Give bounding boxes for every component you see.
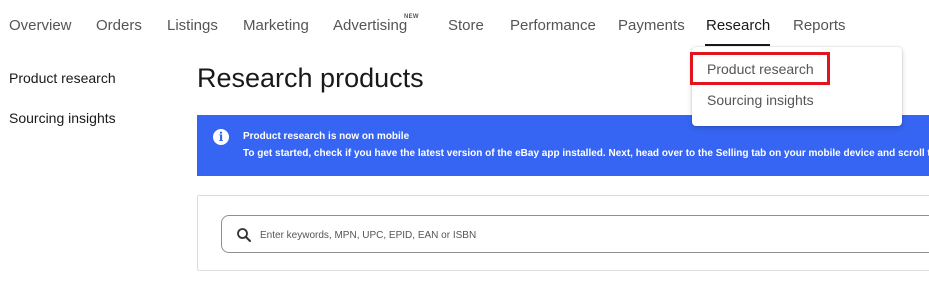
nav-store[interactable]: Store — [448, 17, 484, 34]
nav-reports[interactable]: Reports — [793, 17, 846, 34]
nav-advertising[interactable]: Advertising — [333, 17, 407, 34]
nav-payments[interactable]: Payments — [618, 17, 685, 34]
nav-orders[interactable]: Orders — [96, 17, 142, 34]
sidenav-sourcing-insights[interactable]: Sourcing insights — [9, 110, 116, 126]
search-input[interactable] — [258, 224, 762, 246]
nav-performance[interactable]: Performance — [510, 17, 596, 34]
sidenav-product-research[interactable]: Product research — [9, 70, 116, 86]
active-tab-underline — [705, 44, 770, 46]
banner-body: To get started, check if you have the la… — [243, 148, 929, 159]
nav-marketing[interactable]: Marketing — [243, 17, 309, 34]
info-icon: i — [213, 129, 229, 145]
search-card — [197, 195, 929, 271]
banner-title: Product research is now on mobile — [243, 131, 410, 142]
new-badge: NEW — [404, 14, 419, 20]
nav-listings[interactable]: Listings — [167, 17, 218, 34]
dropdown-item-sourcing-insights[interactable]: Sourcing insights — [707, 92, 814, 108]
page-title: Research products — [197, 63, 424, 93]
top-navigation: Overview Orders Listings Marketing Adver… — [0, 0, 929, 50]
nav-research[interactable]: Research — [706, 17, 770, 34]
search-box[interactable] — [221, 215, 929, 253]
highlight-annotation-box — [690, 52, 830, 85]
nav-overview[interactable]: Overview — [9, 17, 72, 34]
search-icon — [237, 228, 251, 242]
